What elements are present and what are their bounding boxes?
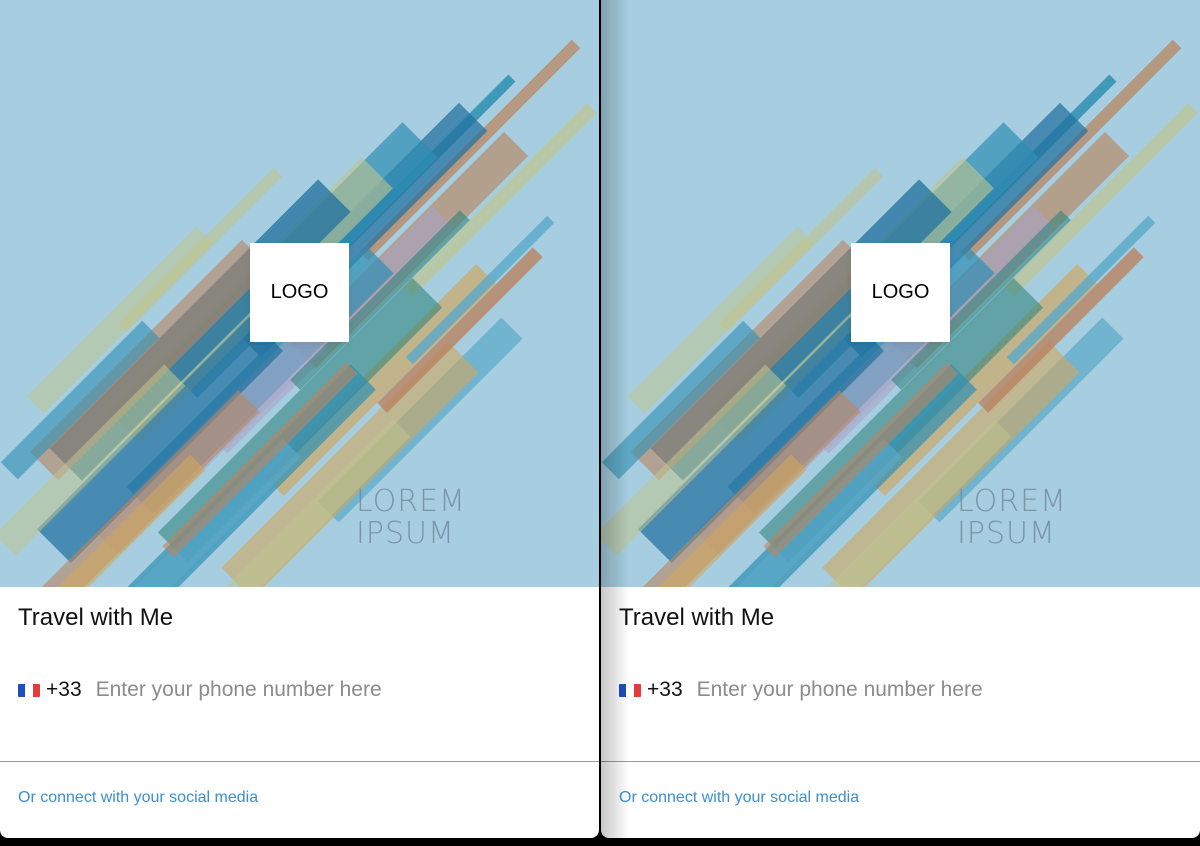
divider <box>601 761 1200 762</box>
app-title: Travel with Me <box>18 604 174 631</box>
logo-text: LOGO <box>871 281 930 303</box>
phone-input[interactable] <box>696 678 1117 702</box>
caption-line-2: IPSUM <box>957 516 1056 551</box>
screen: LOGO LOREM IPSUM Travel with Me +33 Or c… <box>0 0 1200 846</box>
divider <box>0 761 599 762</box>
phone-field[interactable]: +33 <box>619 676 1117 704</box>
login-card-left: LOGO LOREM IPSUM Travel with Me +33 Or c… <box>0 0 599 838</box>
logo-box: LOGO <box>851 243 950 342</box>
logo-text: LOGO <box>270 281 329 303</box>
dial-code[interactable]: +33 <box>647 678 683 702</box>
dial-code[interactable]: +33 <box>46 678 82 702</box>
caption-line-2: IPSUM <box>356 516 455 551</box>
hero-banner: LOGO LOREM IPSUM <box>0 0 599 587</box>
phone-field[interactable]: +33 <box>18 676 516 704</box>
hero-banner: LOGO LOREM IPSUM <box>601 0 1200 587</box>
social-connect-link[interactable]: Or connect with your social media <box>18 789 258 807</box>
hero-caption: LOREM IPSUM <box>356 486 556 550</box>
logo-box: LOGO <box>250 243 349 342</box>
hero-caption: LOREM IPSUM <box>957 486 1157 550</box>
app-title: Travel with Me <box>619 604 775 631</box>
france-flag-icon[interactable] <box>619 683 641 697</box>
caption-line-1: LOREM <box>957 484 1067 519</box>
login-card-right: LOGO LOREM IPSUM Travel with Me +33 Or c… <box>601 0 1200 838</box>
social-connect-link[interactable]: Or connect with your social media <box>619 789 859 807</box>
caption-line-1: LOREM <box>356 484 466 519</box>
phone-input[interactable] <box>95 678 516 702</box>
france-flag-icon[interactable] <box>18 683 40 697</box>
